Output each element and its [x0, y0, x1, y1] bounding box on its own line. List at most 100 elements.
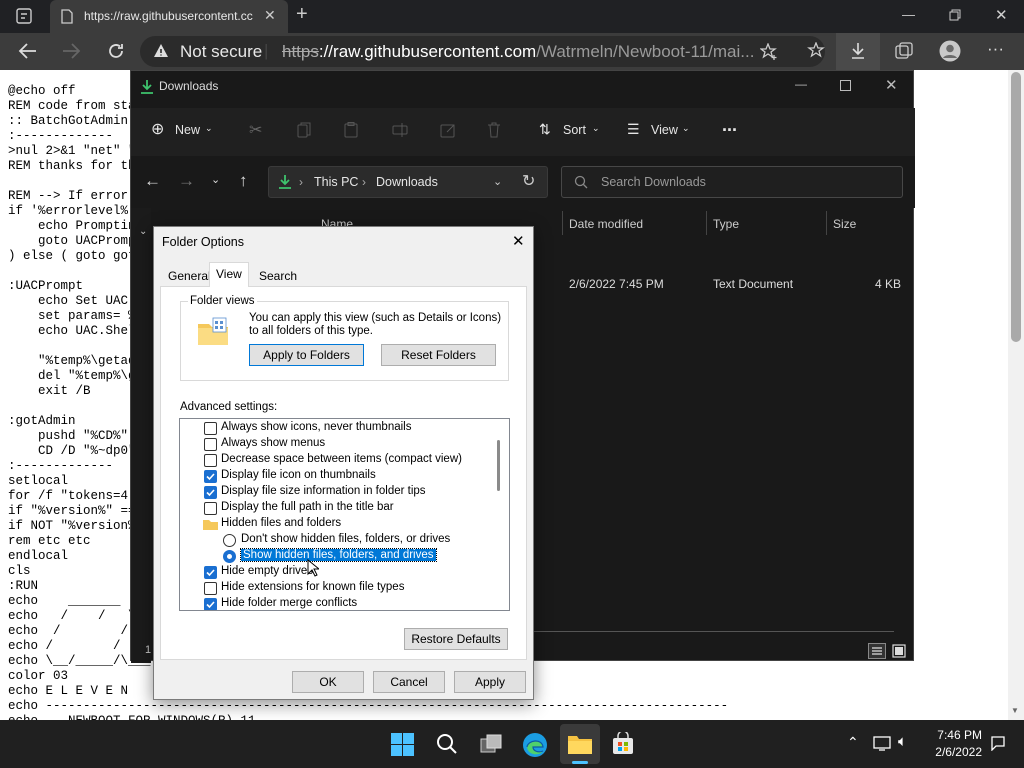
breadcrumb-downloads[interactable]: Downloads — [376, 175, 438, 189]
expand-icon[interactable]: ⌄ — [139, 226, 147, 237]
cut-icon[interactable]: ✂ — [249, 120, 262, 140]
details-view-icon[interactable] — [868, 643, 886, 659]
cancel-button[interactable]: Cancel — [373, 671, 445, 693]
explorer-search-input[interactable]: Search Downloads — [561, 166, 903, 198]
col-date-modified[interactable]: Date modified — [569, 217, 643, 231]
setting-item[interactable]: Display file icon on thumbnails — [180, 468, 500, 484]
close-tab-icon[interactable]: ✕ — [264, 7, 276, 24]
edge-browser-icon[interactable] — [522, 732, 548, 758]
network-icon[interactable] — [873, 735, 891, 751]
delete-icon[interactable] — [487, 122, 501, 138]
col-size[interactable]: Size — [833, 217, 856, 231]
add-favorite-icon[interactable] — [760, 43, 778, 61]
checkbox[interactable] — [204, 438, 217, 451]
share-icon[interactable] — [440, 122, 456, 138]
setting-item[interactable]: Don't show hidden files, folders, or dri… — [180, 532, 500, 548]
show-hidden-icons-icon[interactable]: ⌃ — [847, 734, 859, 751]
close-window-icon[interactable]: ✕ — [995, 6, 1008, 24]
breadcrumb[interactable]: › This PC › Downloads ⌄ — [268, 166, 548, 198]
setting-item[interactable]: Hide empty drives — [180, 564, 500, 580]
checkbox[interactable] — [204, 502, 217, 515]
forward-icon[interactable] — [61, 42, 81, 60]
checkbox[interactable] — [204, 582, 217, 595]
radio-button[interactable] — [223, 550, 236, 563]
setting-item[interactable]: Display the full path in the title bar — [180, 500, 500, 516]
up-folder-icon[interactable]: ↑ — [239, 171, 248, 191]
browser-tab[interactable]: https://raw.githubusercontent.cc ✕ — [50, 0, 288, 33]
reset-folders-button[interactable]: Reset Folders — [381, 344, 496, 366]
restore-icon[interactable] — [949, 9, 961, 21]
task-view-icon[interactable] — [480, 734, 502, 754]
paste-icon[interactable] — [344, 122, 360, 138]
back-icon[interactable] — [18, 42, 38, 60]
new-tab-icon[interactable]: + — [296, 3, 308, 26]
refresh-icon[interactable] — [106, 41, 126, 61]
explorer-refresh-icon[interactable]: ↻ — [522, 171, 535, 191]
navigation-pane[interactable]: ⌄ — [131, 208, 151, 663]
checkbox[interactable] — [204, 566, 217, 579]
dialog-close-icon[interactable]: ✕ — [512, 232, 525, 250]
url-text[interactable]: https://raw.githubusercontent.com/Watrme… — [282, 42, 754, 62]
tab-view[interactable]: View — [209, 262, 249, 287]
setting-item[interactable]: Hidden files and folders — [180, 516, 500, 532]
volume-icon[interactable]: 🔈︎ — [898, 733, 907, 750]
clock-time[interactable]: 7:46 PM — [930, 728, 982, 742]
downloads-button[interactable] — [836, 33, 880, 70]
chevron-down-icon: ⌄ — [205, 123, 213, 133]
setting-item[interactable]: Always show icons, never thumbnails — [180, 420, 500, 436]
explorer-back-icon[interactable]: ← — [144, 171, 161, 191]
ok-button[interactable]: OK — [292, 671, 364, 693]
warning-icon[interactable] — [153, 43, 169, 59]
large-icons-view-icon[interactable] — [891, 643, 907, 659]
explorer-forward-icon[interactable]: → — [178, 171, 195, 191]
downloads-folder-icon — [279, 175, 291, 189]
breadcrumb-this-pc[interactable]: This PC — [314, 175, 358, 189]
tab-actions-icon[interactable] — [16, 8, 32, 24]
explorer-minimize-icon[interactable]: — — [795, 77, 807, 91]
collections-icon[interactable] — [895, 42, 913, 60]
clock-date[interactable]: 2/6/2022 — [928, 745, 982, 759]
checkbox[interactable] — [204, 486, 217, 499]
microsoft-store-icon[interactable] — [611, 732, 635, 756]
see-more-icon[interactable]: ... — [722, 115, 737, 136]
setting-item[interactable]: Display file size information in folder … — [180, 484, 500, 500]
rename-icon[interactable] — [392, 122, 408, 138]
explorer-close-icon[interactable]: ✕ — [885, 76, 898, 94]
checkbox[interactable] — [204, 454, 217, 467]
folder-icon — [198, 317, 228, 345]
restore-defaults-button[interactable]: Restore Defaults — [404, 628, 508, 650]
advanced-settings-list[interactable]: Always show icons, never thumbnails Alway… — [179, 418, 510, 611]
checkbox[interactable] — [204, 470, 217, 483]
scroll-down-icon[interactable]: ▼ — [1011, 706, 1019, 715]
settings-more-icon[interactable]: ··· — [987, 39, 1004, 59]
tab-search[interactable]: Search — [253, 265, 303, 287]
file-size: 4 KB — [875, 277, 902, 291]
setting-item[interactable]: Hide folder merge conflicts — [180, 596, 500, 610]
checkbox[interactable] — [204, 422, 217, 435]
radio-button[interactable] — [223, 534, 236, 547]
apply-button[interactable]: Apply — [454, 671, 526, 693]
favorites-icon[interactable] — [807, 42, 825, 60]
notifications-icon[interactable] — [990, 735, 1006, 751]
search-placeholder: Search Downloads — [601, 175, 706, 189]
file-explorer-taskbar-button[interactable] — [560, 724, 600, 764]
page-scrollbar-thumb[interactable] — [1011, 72, 1021, 342]
col-type[interactable]: Type — [713, 217, 739, 231]
checkbox[interactable] — [204, 598, 217, 610]
copy-icon[interactable] — [297, 122, 311, 138]
address-bar[interactable]: Not secure | https://raw.githubuserconte… — [140, 36, 825, 67]
recent-locations-icon[interactable]: ⌄ — [211, 173, 220, 186]
taskbar-search-icon[interactable] — [436, 733, 458, 755]
apply-to-folders-button[interactable]: Apply to Folders — [249, 344, 364, 366]
setting-item[interactable]: Show hidden files, folders, and drives — [180, 548, 500, 564]
list-scrollbar-thumb[interactable] — [497, 440, 500, 491]
path-dropdown-icon[interactable]: ⌄ — [493, 175, 502, 188]
horizontal-scrollbar[interactable] — [534, 631, 894, 632]
setting-item[interactable]: Always show menus — [180, 436, 500, 452]
start-windows-icon[interactable] — [391, 733, 414, 756]
profile-avatar-icon[interactable] — [939, 40, 961, 62]
explorer-maximize-icon[interactable] — [840, 80, 851, 91]
minimize-icon[interactable]: — — [902, 7, 915, 22]
setting-item[interactable]: Decrease space between items (compact vi… — [180, 452, 500, 468]
setting-item[interactable]: Hide extensions for known file types — [180, 580, 500, 596]
